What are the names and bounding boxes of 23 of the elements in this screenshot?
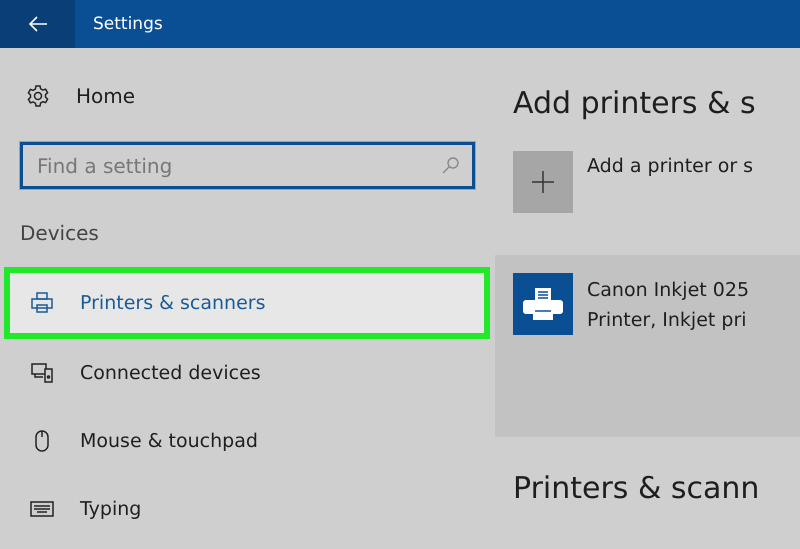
printer-icon xyxy=(513,273,573,335)
sidebar-item[interactable]: Connected devices xyxy=(4,339,490,407)
printer-name: Canon Inkjet 025 xyxy=(587,279,750,301)
sidebar-item[interactable]: Mouse & touchpad xyxy=(4,407,490,475)
back-button[interactable] xyxy=(0,0,75,48)
gear-icon xyxy=(26,84,50,108)
home-link[interactable]: Home xyxy=(0,84,495,108)
back-arrow-icon xyxy=(28,16,48,32)
add-button[interactable] xyxy=(513,151,573,213)
section-heading: Add printers & s xyxy=(513,86,757,121)
printer-list-item[interactable]: Canon Inkjet 025 Printer, Inkjet pri xyxy=(495,255,800,437)
printer-icon xyxy=(30,291,54,315)
section-heading: Devices xyxy=(20,221,100,245)
search-icon xyxy=(441,155,461,175)
search-field[interactable]: Find a setting xyxy=(20,142,475,189)
sidebar-item[interactable]: Printers & scanners xyxy=(4,267,490,339)
devices-icon xyxy=(30,361,54,385)
add-device-label[interactable]: Add a printer or s xyxy=(587,155,754,213)
printer-description: Printer, Inkjet pri xyxy=(587,309,748,331)
plus-icon xyxy=(531,170,555,194)
section-heading: Printers & scann xyxy=(513,471,760,506)
window-title: Settings xyxy=(93,14,163,34)
sidebar-item[interactable]: Typing xyxy=(4,475,490,543)
